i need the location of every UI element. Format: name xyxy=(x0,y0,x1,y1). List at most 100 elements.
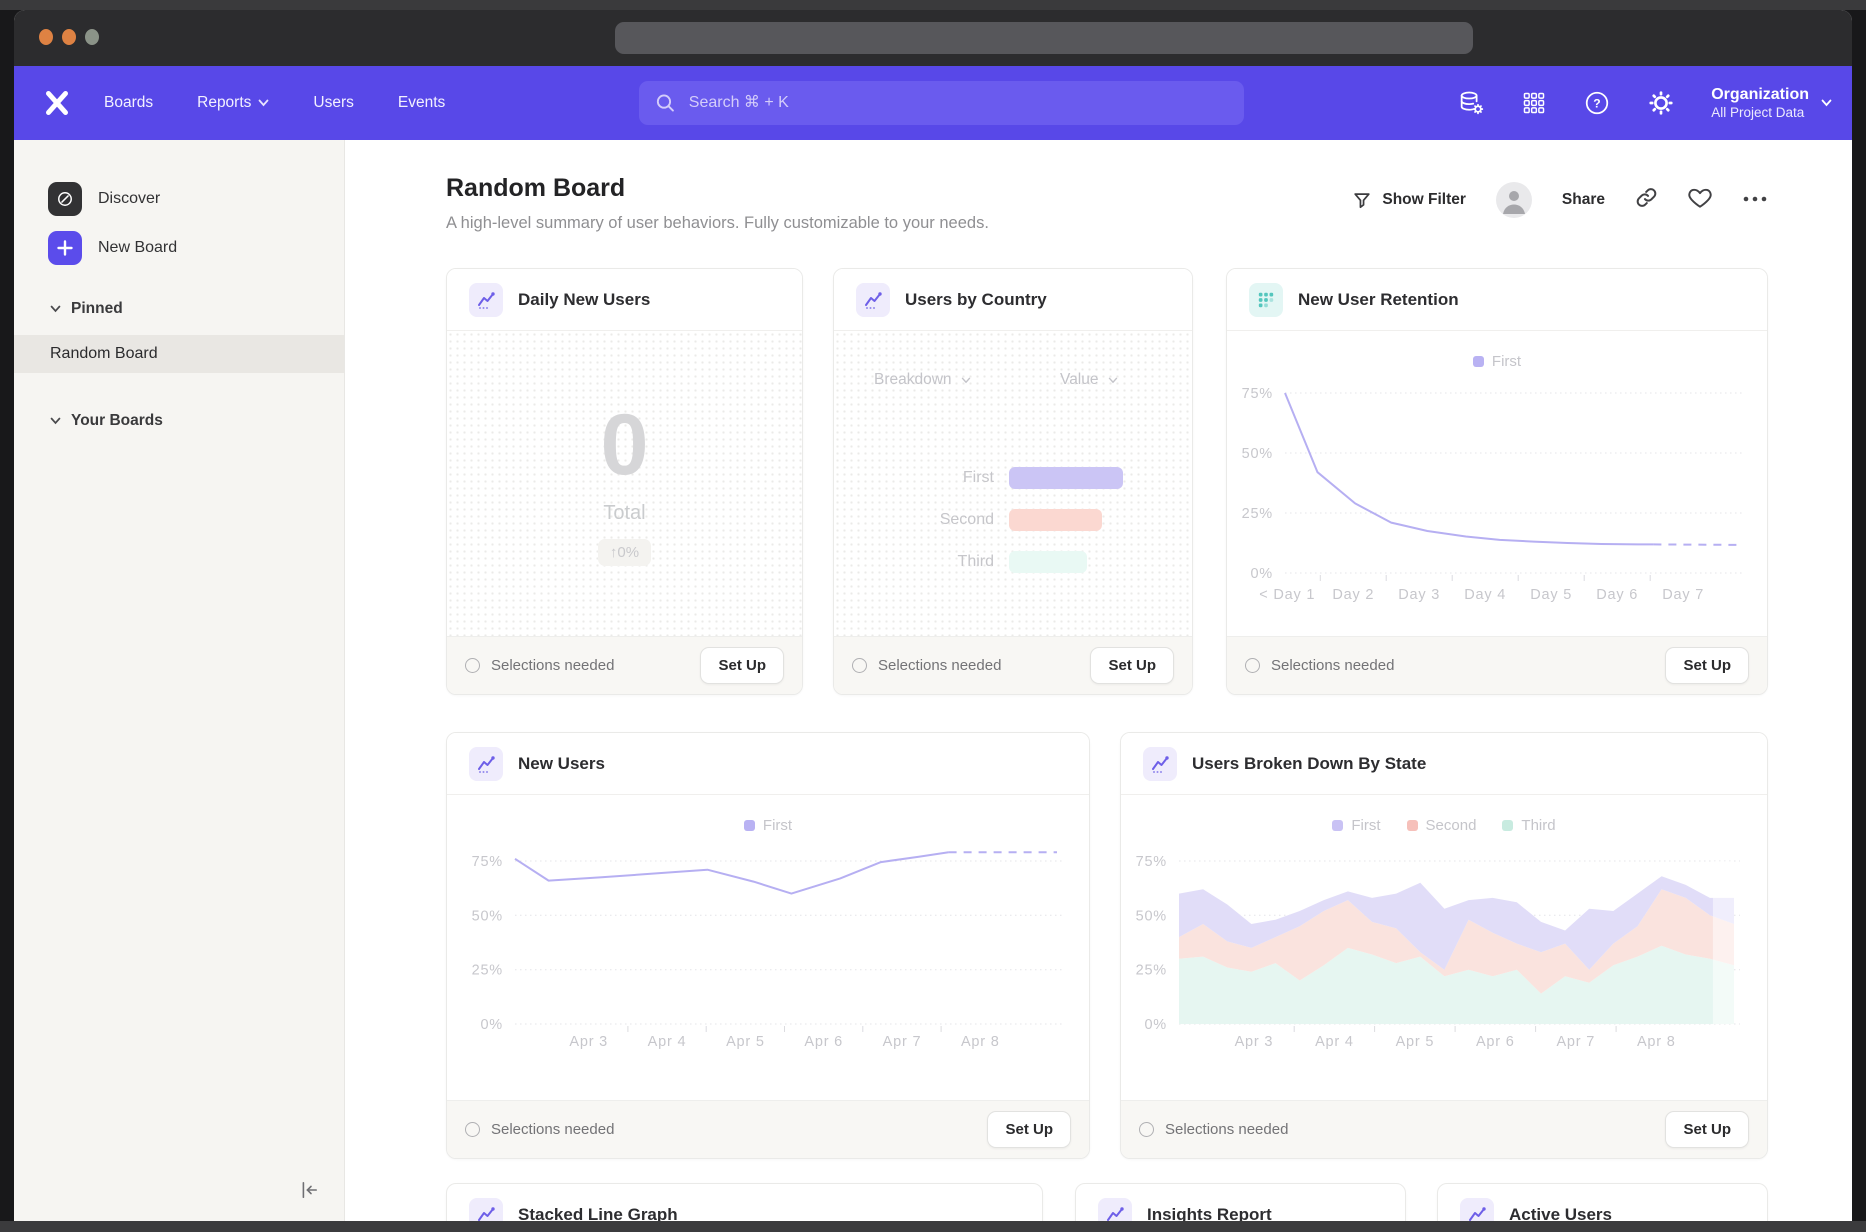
plus-icon xyxy=(48,231,82,265)
breakdown-dropdown[interactable]: Breakdown xyxy=(874,371,971,389)
sidebar-item-discover[interactable]: Discover xyxy=(48,182,160,216)
legend-label: First xyxy=(1351,817,1380,834)
top-navbar: Boards Reports Users Events xyxy=(14,66,1852,140)
svg-text:Day 5: Day 5 xyxy=(1530,587,1572,603)
card-users-by-country[interactable]: Users by Country Breakdown Value xyxy=(833,268,1193,695)
share-button[interactable]: Share xyxy=(1562,191,1605,209)
global-search[interactable] xyxy=(639,81,1244,125)
svg-text:Apr 6: Apr 6 xyxy=(1476,1034,1515,1050)
value-dropdown[interactable]: Value xyxy=(1060,371,1118,389)
chevron-down-icon xyxy=(1108,377,1118,384)
card-title: Users Broken Down By State xyxy=(1192,754,1426,774)
person-icon xyxy=(1496,182,1532,218)
svg-text:Apr 8: Apr 8 xyxy=(1637,1034,1676,1050)
svg-text:Apr 5: Apr 5 xyxy=(1396,1034,1435,1050)
sidebar-item-random-board[interactable]: Random Board xyxy=(14,335,344,373)
svg-text:Day 7: Day 7 xyxy=(1662,587,1704,603)
desktop-bottom-strip xyxy=(0,1221,1866,1232)
show-filter-button[interactable]: Show Filter xyxy=(1352,190,1466,210)
nav-item-events[interactable]: Events xyxy=(398,94,445,112)
sidebar-section-pinned[interactable]: Pinned xyxy=(50,300,123,318)
card-stacked-line-graph[interactable]: Stacked Line Graph xyxy=(446,1183,1043,1221)
bar-second xyxy=(1009,509,1102,531)
svg-text:Apr 5: Apr 5 xyxy=(726,1034,765,1050)
legend-chip xyxy=(744,820,755,831)
nav-item-users[interactable]: Users xyxy=(313,94,353,112)
card-title: Stacked Line Graph xyxy=(518,1205,678,1221)
avatar[interactable] xyxy=(1496,182,1532,218)
card-header: New Users xyxy=(447,733,1089,795)
nav-item-boards[interactable]: Boards xyxy=(104,94,153,112)
chart-legend: First Second Third xyxy=(1121,817,1767,834)
svg-text:75%: 75% xyxy=(472,854,503,870)
card-active-users[interactable]: Active Users xyxy=(1437,1183,1768,1221)
svg-text:25%: 25% xyxy=(1242,506,1273,522)
data-management-icon[interactable] xyxy=(1457,89,1485,117)
sidebar-section-your-boards[interactable]: Your Boards xyxy=(50,412,163,430)
set-up-button[interactable]: Set Up xyxy=(1090,647,1174,684)
set-up-button[interactable]: Set Up xyxy=(1665,647,1749,684)
help-icon[interactable]: ? xyxy=(1583,89,1611,117)
search-input[interactable] xyxy=(687,93,1228,113)
set-up-button[interactable]: Set Up xyxy=(700,647,784,684)
svg-text:Apr 8: Apr 8 xyxy=(961,1034,1000,1050)
nav-item-label: Events xyxy=(398,94,445,112)
svg-text:0%: 0% xyxy=(1250,566,1273,582)
sidebar-item-label: New Board xyxy=(98,239,177,257)
svg-text:?: ? xyxy=(1594,97,1601,111)
set-up-button[interactable]: Set Up xyxy=(1665,1111,1749,1148)
legend-chip xyxy=(1407,820,1418,831)
collapse-left-icon xyxy=(297,1178,321,1202)
retention-chart: 75%50%25%0%< Day 1Day 2Day 3Day 4Day 5Da… xyxy=(1227,373,1767,630)
window-minimize-button[interactable] xyxy=(62,29,76,45)
sidebar-collapse-button[interactable] xyxy=(296,1177,322,1203)
metric-value: 0 xyxy=(601,402,649,488)
set-up-button[interactable]: Set Up xyxy=(987,1111,1071,1148)
apps-grid-icon[interactable] xyxy=(1521,90,1547,116)
line-chart-icon xyxy=(1098,1198,1132,1221)
filter-funnel-icon xyxy=(1352,190,1372,210)
chart-legend: First xyxy=(1227,353,1767,370)
link-icon xyxy=(1635,186,1658,209)
nav-item-reports[interactable]: Reports xyxy=(197,94,269,112)
window-zoom-button[interactable] xyxy=(85,29,99,45)
bar-label: Third xyxy=(834,553,994,571)
mixpanel-logo-icon[interactable] xyxy=(40,86,74,120)
card-header: New User Retention xyxy=(1227,269,1767,331)
card-new-users[interactable]: New Users First 75%50%25%0%Apr 3Apr 4Apr… xyxy=(446,732,1090,1159)
more-options-button[interactable] xyxy=(1742,191,1768,209)
sidebar: Discover New Board Pinned Random Board xyxy=(14,140,345,1221)
favorite-button[interactable] xyxy=(1688,186,1712,215)
card-header: Users by Country xyxy=(834,269,1192,331)
status-circle-icon xyxy=(1245,658,1260,673)
bar-row: First xyxy=(834,467,1192,489)
share-label: Share xyxy=(1562,191,1605,209)
svg-text:Apr 4: Apr 4 xyxy=(648,1034,687,1050)
retention-grid-icon xyxy=(1249,283,1283,317)
svg-text:50%: 50% xyxy=(1136,908,1167,924)
status-circle-icon xyxy=(852,658,867,673)
svg-text:25%: 25% xyxy=(472,963,503,979)
card-header: Active Users xyxy=(1438,1184,1767,1221)
card-footer: Selections needed Set Up xyxy=(447,636,802,694)
org-switcher[interactable]: Organization All Project Data xyxy=(1711,85,1832,122)
card-users-by-state[interactable]: Users Broken Down By State First Second xyxy=(1120,732,1768,1159)
settings-gear-icon[interactable] xyxy=(1647,89,1675,117)
card-insights-report[interactable]: Insights Report xyxy=(1075,1183,1406,1221)
card-footer: Selections needed Set Up xyxy=(1227,636,1767,694)
card-header: Stacked Line Graph xyxy=(447,1184,1042,1221)
copy-link-button[interactable] xyxy=(1635,186,1658,214)
legend-label: First xyxy=(763,817,792,834)
card-footer: Selections needed Set Up xyxy=(834,636,1192,694)
app-window: Boards Reports Users Events xyxy=(14,10,1852,1221)
window-close-button[interactable] xyxy=(39,29,53,45)
svg-text:Apr 3: Apr 3 xyxy=(1235,1034,1274,1050)
browser-address-bar[interactable] xyxy=(615,22,1473,54)
sidebar-item-new-board[interactable]: New Board xyxy=(48,231,177,265)
card-daily-new-users[interactable]: Daily New Users 0 Total ↑0% Selections n… xyxy=(446,268,803,695)
card-title: Daily New Users xyxy=(518,290,650,310)
status-text: Selections needed xyxy=(1271,657,1394,674)
bar-row: Third xyxy=(834,551,1192,573)
page-subtitle: A high-level summary of user behaviors. … xyxy=(446,214,989,233)
card-new-user-retention[interactable]: New User Retention First 75%50%25%0%< Da… xyxy=(1226,268,1768,695)
